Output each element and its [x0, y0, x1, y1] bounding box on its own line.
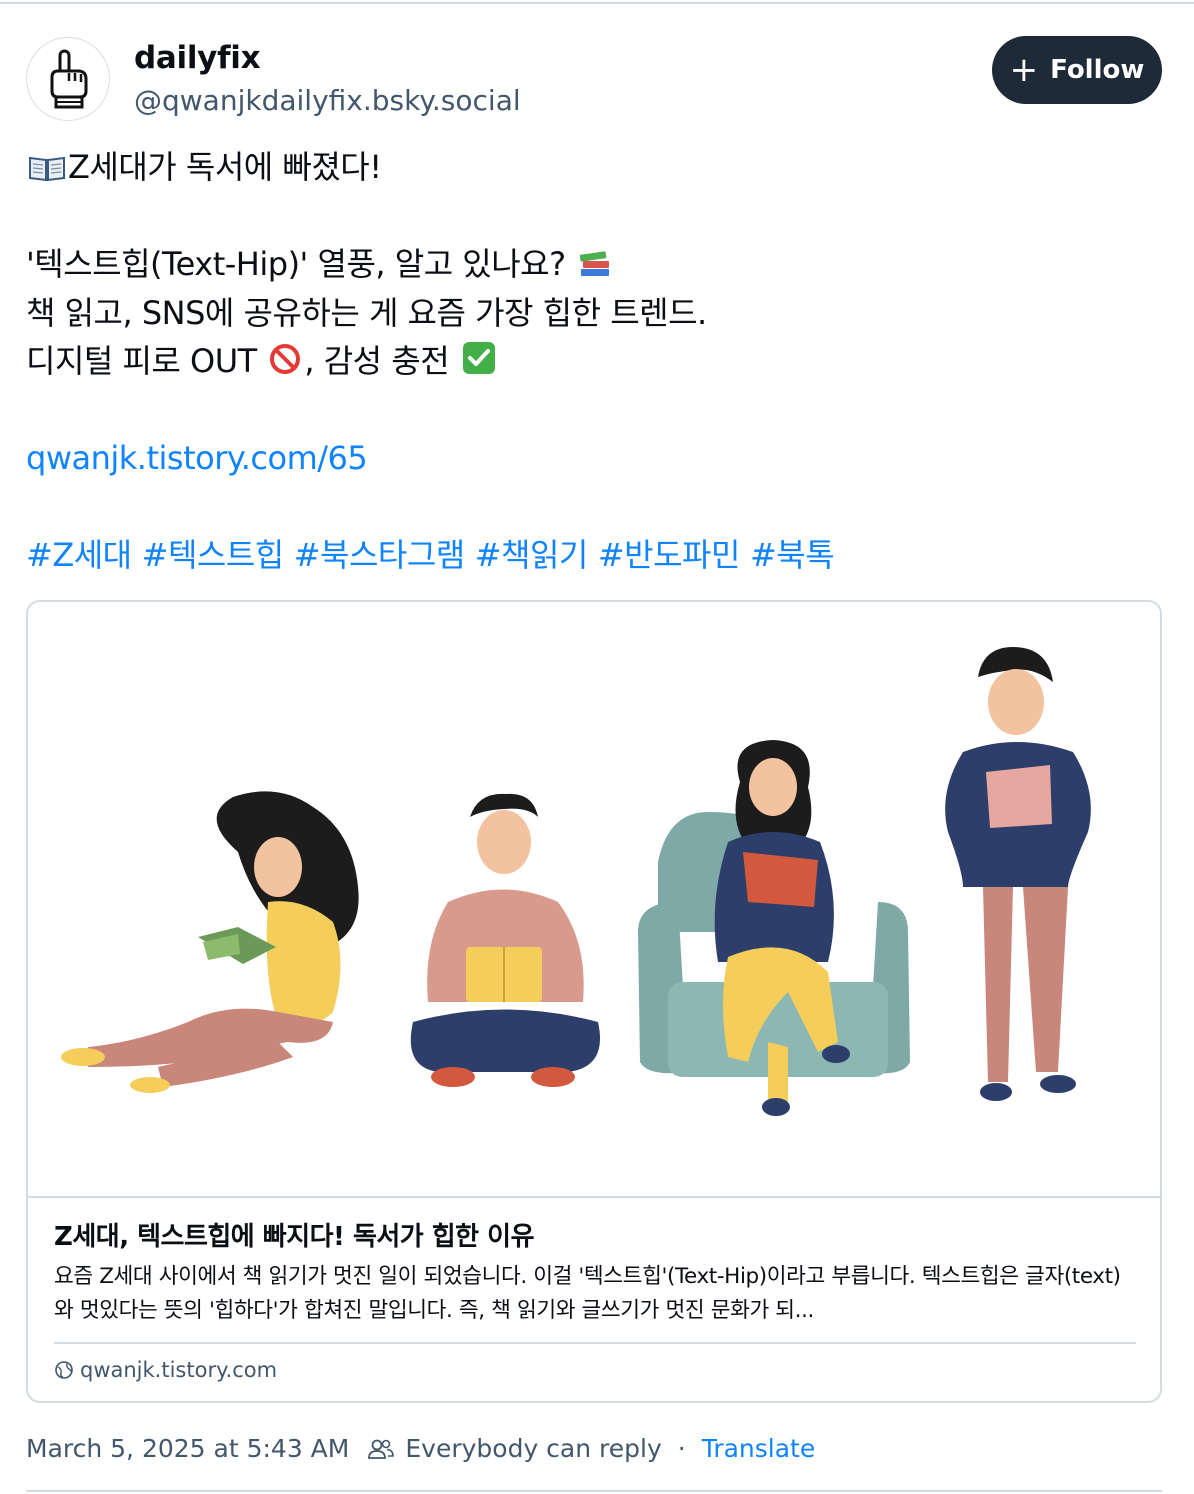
post-line-4b: , 감성 충전 — [304, 342, 450, 380]
link-preview-card[interactable]: Z세대, 텍스트힙에 빠지다! 독서가 힙한 이유 요즘 Z세대 사이에서 책 … — [26, 600, 1162, 1403]
top-divider — [0, 2, 1194, 4]
hashtag[interactable]: #북스타그램 — [294, 536, 466, 574]
post-link[interactable]: qwanjk.tistory.com/65 — [26, 439, 368, 477]
reply-setting[interactable]: Everybody can reply — [367, 1434, 662, 1463]
translate-link[interactable]: Translate — [702, 1434, 816, 1463]
hashtag[interactable]: #텍스트힙 — [142, 536, 285, 574]
hashtag[interactable]: #북톡 — [750, 536, 835, 574]
reply-setting-label: Everybody can reply — [405, 1434, 662, 1463]
open-book-icon — [29, 156, 65, 182]
follow-button-label: Follow — [1050, 55, 1145, 85]
post-line-4a: 디지털 피로 OUT — [26, 342, 257, 380]
card-title: Z세대, 텍스트힙에 빠지다! 독서가 힙한 이유 — [54, 1222, 535, 1252]
globe-icon — [55, 1361, 73, 1379]
card-domain: qwanjk.tistory.com — [54, 1358, 277, 1382]
post-line-3: 책 읽고, SNS에 공유하는 게 요즘 가장 힙한 트렌드. — [26, 293, 707, 332]
follow-button[interactable]: + Follow — [992, 36, 1162, 104]
avatar[interactable] — [26, 37, 110, 121]
author-handle[interactable]: @qwanjkdailyfix.bsky.social — [134, 84, 521, 117]
meta-separator: · — [677, 1434, 686, 1463]
plus-icon: + — [1009, 50, 1039, 90]
author-display-name[interactable]: dailyfix — [134, 40, 261, 76]
post-headline: Z세대가 독서에 빠졌다! — [68, 148, 382, 186]
reclining-reader-figure — [61, 791, 359, 1093]
check-mark-icon — [462, 342, 495, 374]
card-separator — [54, 1342, 1136, 1344]
standing-reader-figure — [945, 647, 1091, 1101]
card-domain-text: qwanjk.tistory.com — [80, 1358, 278, 1382]
no-entry-icon — [270, 344, 301, 374]
people-icon — [368, 1439, 395, 1459]
pointing-hand-icon — [50, 49, 88, 109]
hashtag[interactable]: #책읽기 — [475, 536, 589, 574]
post-body: Z세대가 독서에 빠졌다! '텍스트힙(Text-Hip)' 열풍, 알고 있나… — [26, 143, 1166, 580]
hashtag-list: #Z세대 #텍스트힙 #북스타그램 #책읽기 #반도파민 #북톡 — [26, 531, 1166, 580]
card-divider — [28, 1196, 1160, 1198]
hashtag[interactable]: #반도파민 — [598, 536, 741, 574]
card-illustration — [28, 602, 1160, 1196]
books-icon — [580, 251, 610, 276]
armchair-reader-figure — [638, 740, 910, 1116]
post-line-2: '텍스트힙(Text-Hip)' 열풍, 알고 있나요? — [26, 245, 566, 283]
hashtag[interactable]: #Z세대 — [26, 536, 132, 574]
seated-reader-figure — [410, 793, 600, 1087]
post-timestamp[interactable]: March 5, 2025 at 5:43 AM — [26, 1434, 349, 1463]
bottom-divider — [26, 1490, 1162, 1492]
card-description: 요즘 Z세대 사이에서 책 읽기가 멋진 일이 되었습니다. 이걸 '텍스트힙'… — [54, 1264, 1121, 1323]
post-meta: March 5, 2025 at 5:43 AM Everybody can r… — [26, 1434, 815, 1463]
